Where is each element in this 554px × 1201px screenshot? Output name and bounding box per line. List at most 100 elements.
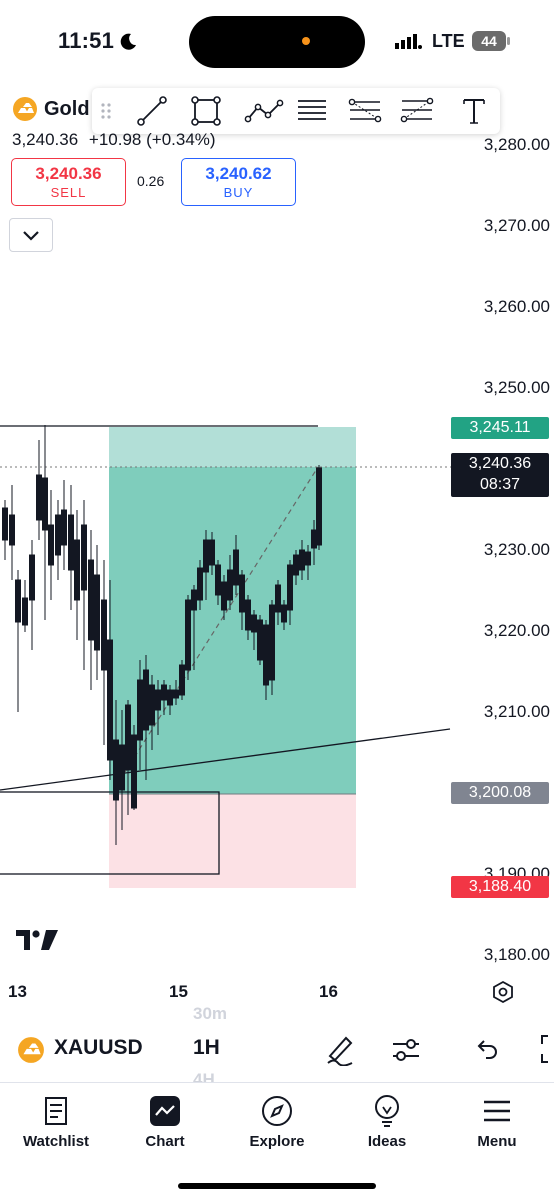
candle-body: [68, 514, 74, 571]
lightbulb-icon: [375, 1095, 399, 1127]
buy-button[interactable]: 3,240.62 BUY: [181, 158, 296, 206]
candle-body: [9, 514, 15, 546]
drag-handle-icon[interactable]: [100, 95, 112, 127]
chart-icon: [150, 1096, 180, 1126]
candle-body: [155, 689, 161, 711]
candle-body: [42, 477, 48, 531]
gold-icon: [13, 97, 37, 121]
candle-body: [191, 589, 197, 611]
candle-body: [22, 597, 28, 626]
moon-icon: [121, 33, 137, 50]
trend-line-tool-icon[interactable]: [136, 95, 168, 127]
candle-body: [107, 639, 113, 761]
spread-value: 0.26: [137, 173, 165, 189]
last-price-tag: 3,240.36 08:37: [451, 453, 549, 497]
candle-body: [101, 599, 107, 671]
candle-body: [209, 539, 215, 566]
undo-icon[interactable]: [472, 1034, 500, 1066]
candle-body: [316, 467, 322, 546]
buy-label: BUY: [223, 185, 254, 200]
candle-body: [179, 664, 185, 696]
price-tick: 3,220.00: [483, 621, 550, 640]
fib-retracement-tool-icon[interactable]: [348, 95, 382, 127]
instrument-name[interactable]: Gold: [12, 96, 90, 122]
parallel-channel-tool-icon[interactable]: [296, 95, 328, 127]
candle-body: [74, 539, 80, 601]
candle-body: [275, 584, 281, 613]
candle-body: [299, 549, 305, 571]
candle-body: [161, 684, 167, 701]
candle-body: [2, 507, 8, 541]
sell-price: 3,240.36: [35, 164, 102, 183]
rectangle-tool-icon[interactable]: [190, 95, 222, 127]
time-tick: 13: [8, 982, 27, 1001]
network-type: LTE: [432, 31, 465, 51]
candle-body: [29, 554, 35, 601]
fullscreen-icon[interactable]: [534, 1032, 554, 1066]
interval-option[interactable]: 30m: [193, 1004, 227, 1024]
interval-button[interactable]: 1H: [193, 1036, 220, 1060]
entry-tag[interactable]: 3,200.08: [451, 782, 549, 804]
bar-countdown: 08:37: [479, 476, 521, 493]
candle-body: [48, 524, 54, 566]
last-price: 3,240.36: [12, 130, 79, 149]
tab-explore[interactable]: Explore: [227, 1093, 327, 1150]
indicators-icon[interactable]: [390, 1034, 422, 1066]
price-tick: 3,250.00: [483, 378, 550, 397]
time-tick: 15: [169, 982, 188, 1001]
price-tick: 3,280.00: [483, 135, 550, 154]
candle-body: [293, 554, 299, 576]
tab-ideas[interactable]: Ideas: [337, 1093, 437, 1150]
candle-body: [149, 684, 155, 726]
symbol-bar: 30m 4H XAUUSD 1H: [0, 1004, 554, 1089]
candle-body: [311, 529, 317, 549]
candle-body: [131, 734, 137, 809]
compass-icon: [262, 1096, 292, 1126]
sell-label: SELL: [50, 185, 87, 200]
regression-tool-icon[interactable]: [400, 95, 434, 127]
candle-body: [185, 599, 191, 671]
price-tick: 3,270.00: [483, 216, 550, 235]
price-change: +10.98 (+0.34%): [88, 130, 216, 149]
drawing-pen-icon[interactable]: [324, 1032, 356, 1066]
hamburger-icon: [484, 1100, 510, 1122]
status-time: 11:51: [58, 28, 138, 54]
candle-body: [143, 669, 149, 731]
chart-settings-icon[interactable]: [491, 980, 515, 1004]
text-tool-icon[interactable]: [458, 95, 490, 127]
sell-button[interactable]: 3,240.36 SELL: [11, 158, 126, 206]
battery-icon: 44: [472, 31, 506, 51]
tradingview-logo: [16, 930, 58, 950]
candle-body: [287, 564, 293, 611]
candle-body: [125, 704, 131, 771]
stop-loss-tag[interactable]: 3,188.40: [451, 876, 549, 898]
candle-body: [88, 559, 94, 641]
dynamic-island: [189, 16, 365, 68]
candle-body: [55, 514, 61, 556]
profit-zone-light: [109, 427, 356, 467]
tab-menu[interactable]: Menu: [447, 1093, 547, 1150]
collapse-header-button[interactable]: [9, 218, 53, 252]
time-tick: 16: [319, 982, 338, 1001]
price-tick: 3,180.00: [483, 945, 550, 964]
path-tool-icon[interactable]: [244, 95, 284, 127]
candle-body: [119, 744, 125, 791]
candle-body: [305, 551, 311, 566]
candle-body: [173, 689, 179, 699]
tab-watchlist[interactable]: Watchlist: [6, 1093, 106, 1150]
candle-body: [239, 574, 245, 613]
gold-icon: [18, 1037, 44, 1063]
buy-price: 3,240.62: [205, 164, 272, 183]
symbol-search-button[interactable]: XAUUSD: [54, 1036, 143, 1060]
home-indicator: [178, 1183, 376, 1189]
signal-icon: [395, 34, 422, 49]
take-profit-tag[interactable]: 3,245.11: [451, 417, 549, 439]
tab-chart[interactable]: Chart: [115, 1093, 215, 1150]
candle-body: [227, 569, 233, 601]
candle-body: [61, 509, 67, 546]
candle-body: [167, 689, 173, 706]
chevron-down-icon: [23, 231, 39, 241]
candle-body: [94, 574, 100, 651]
candle-body: [197, 567, 203, 601]
candle-body: [269, 604, 275, 681]
